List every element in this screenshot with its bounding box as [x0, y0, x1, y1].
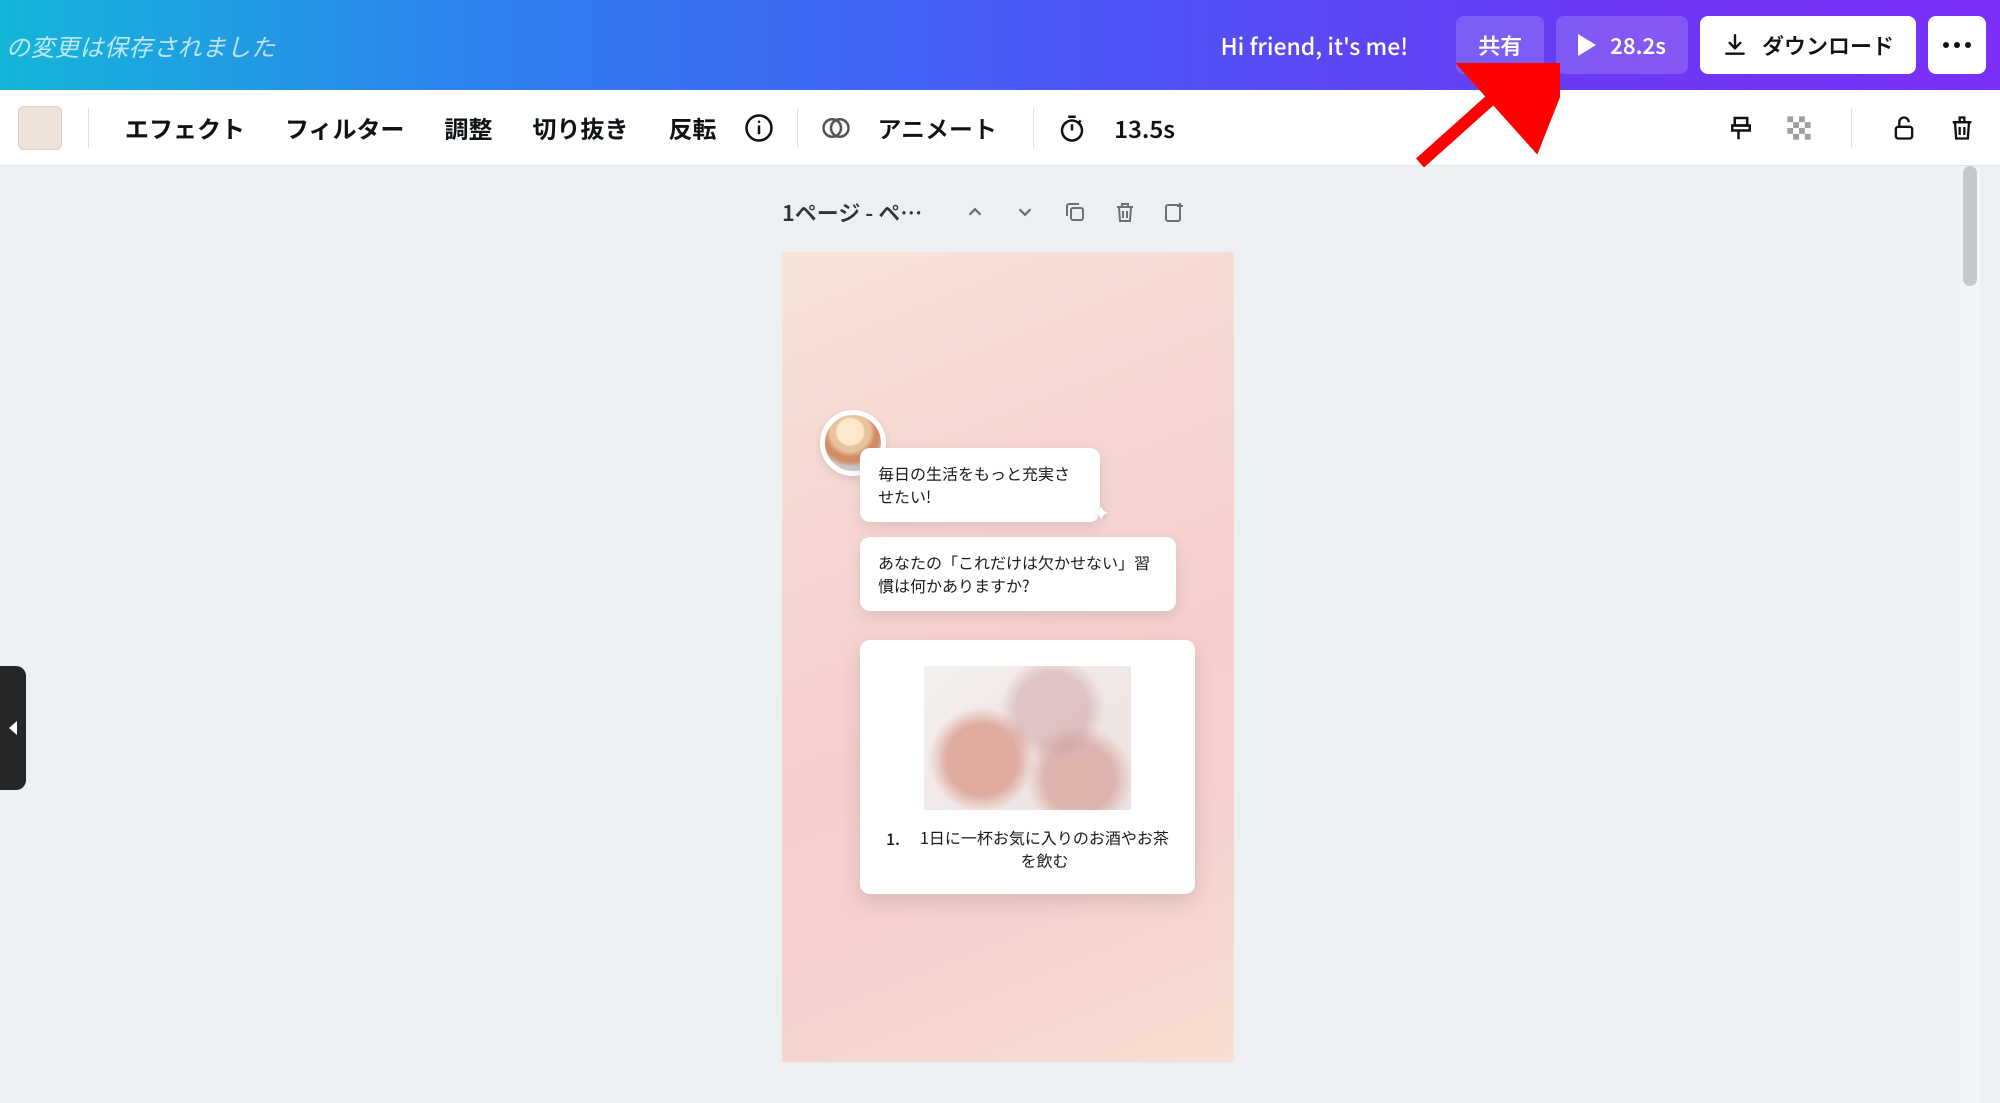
- scrollbar-thumb[interactable]: [1963, 166, 1977, 286]
- filter-button[interactable]: フィルター: [267, 102, 423, 153]
- app-header: の変更は保存されました Hi friend, it's me! 共有 28.2s…: [0, 0, 2000, 90]
- transparency-icon[interactable]: [1779, 108, 1819, 148]
- play-duration: 28.2s: [1610, 29, 1666, 61]
- timing-value[interactable]: 13.5s: [1096, 102, 1193, 153]
- card-row: 1. 1日に一杯お気に入りのお酒やお茶を飲む: [886, 826, 1169, 872]
- play-icon: [1578, 34, 1596, 56]
- page-up-icon[interactable]: [960, 197, 990, 227]
- duplicate-page-icon[interactable]: [1060, 197, 1090, 227]
- sparkle-icon: ✦: [1092, 496, 1110, 528]
- more-icon: [1943, 42, 1971, 48]
- delete-page-icon[interactable]: [1110, 197, 1140, 227]
- more-menu-button[interactable]: [1928, 16, 1986, 74]
- flip-button[interactable]: 反転: [651, 102, 735, 153]
- greeting-text: Hi friend, it's me!: [1221, 28, 1409, 62]
- canvas-area[interactable]: 1ページ - ペー... 毎日の生活をもっと充実させたい! ✦ あなたの「これだ…: [22, 166, 1980, 1103]
- toolbar-right: [1721, 108, 1982, 148]
- play-button[interactable]: 28.2s: [1556, 16, 1688, 74]
- scrollbar-track[interactable]: [1960, 166, 1980, 1103]
- editor-toolbar: エフェクト フィルター 調整 切り抜き 反転 アニメート 13.5s: [0, 90, 2000, 166]
- content-card[interactable]: 1. 1日に一杯お気に入りのお酒やお茶を飲む: [860, 640, 1195, 894]
- share-label: 共有: [1478, 29, 1522, 61]
- style-copy-icon[interactable]: [1721, 108, 1761, 148]
- download-label: ダウンロード: [1762, 29, 1894, 61]
- crop-button[interactable]: 切り抜き: [515, 102, 647, 153]
- card-image[interactable]: [924, 666, 1131, 810]
- stopwatch-icon: [1052, 108, 1092, 148]
- toolbar-divider: [797, 108, 798, 148]
- trash-icon[interactable]: [1942, 108, 1982, 148]
- download-icon: [1722, 32, 1748, 58]
- header-left: の変更は保存されました: [14, 28, 1209, 63]
- adjust-button[interactable]: 調整: [427, 102, 511, 153]
- design-page[interactable]: 毎日の生活をもっと充実させたい! ✦ あなたの「これだけは欠かせない」習慣は何か…: [782, 252, 1234, 1062]
- animate-icon: [816, 108, 856, 148]
- animate-button[interactable]: アニメート: [860, 102, 1016, 153]
- card-text: 1日に一杯お気に入りのお酒やお茶を飲む: [920, 826, 1169, 872]
- toolbar-divider: [88, 108, 89, 148]
- share-button[interactable]: 共有: [1456, 16, 1544, 74]
- chat-bubble-2[interactable]: あなたの「これだけは欠かせない」習慣は何かありますか?: [860, 537, 1176, 611]
- add-page-icon[interactable]: [1160, 197, 1190, 227]
- lock-icon[interactable]: [1884, 108, 1924, 148]
- download-button[interactable]: ダウンロード: [1700, 16, 1916, 74]
- page-down-icon[interactable]: [1010, 197, 1040, 227]
- color-swatch[interactable]: [18, 106, 62, 150]
- toolbar-divider: [1033, 108, 1034, 148]
- card-number: 1.: [886, 826, 900, 850]
- info-icon[interactable]: [739, 108, 779, 148]
- bubble-2-text: あなたの「これだけは欠かせない」習慣は何かありますか?: [878, 550, 1150, 597]
- toolbar-divider: [1851, 108, 1852, 148]
- header-right: Hi friend, it's me! 共有 28.2s ダウンロード: [1221, 16, 1986, 74]
- bubble-1-text: 毎日の生活をもっと充実させたい!: [878, 461, 1070, 508]
- autosave-status: の変更は保存されました: [6, 28, 276, 63]
- page-label[interactable]: 1ページ - ペー...: [782, 196, 940, 228]
- effects-button[interactable]: エフェクト: [107, 102, 263, 153]
- page-controls: 1ページ - ペー...: [782, 196, 1190, 228]
- chat-bubble-1[interactable]: 毎日の生活をもっと充実させたい!: [860, 448, 1100, 522]
- side-panel-toggle[interactable]: [0, 666, 26, 790]
